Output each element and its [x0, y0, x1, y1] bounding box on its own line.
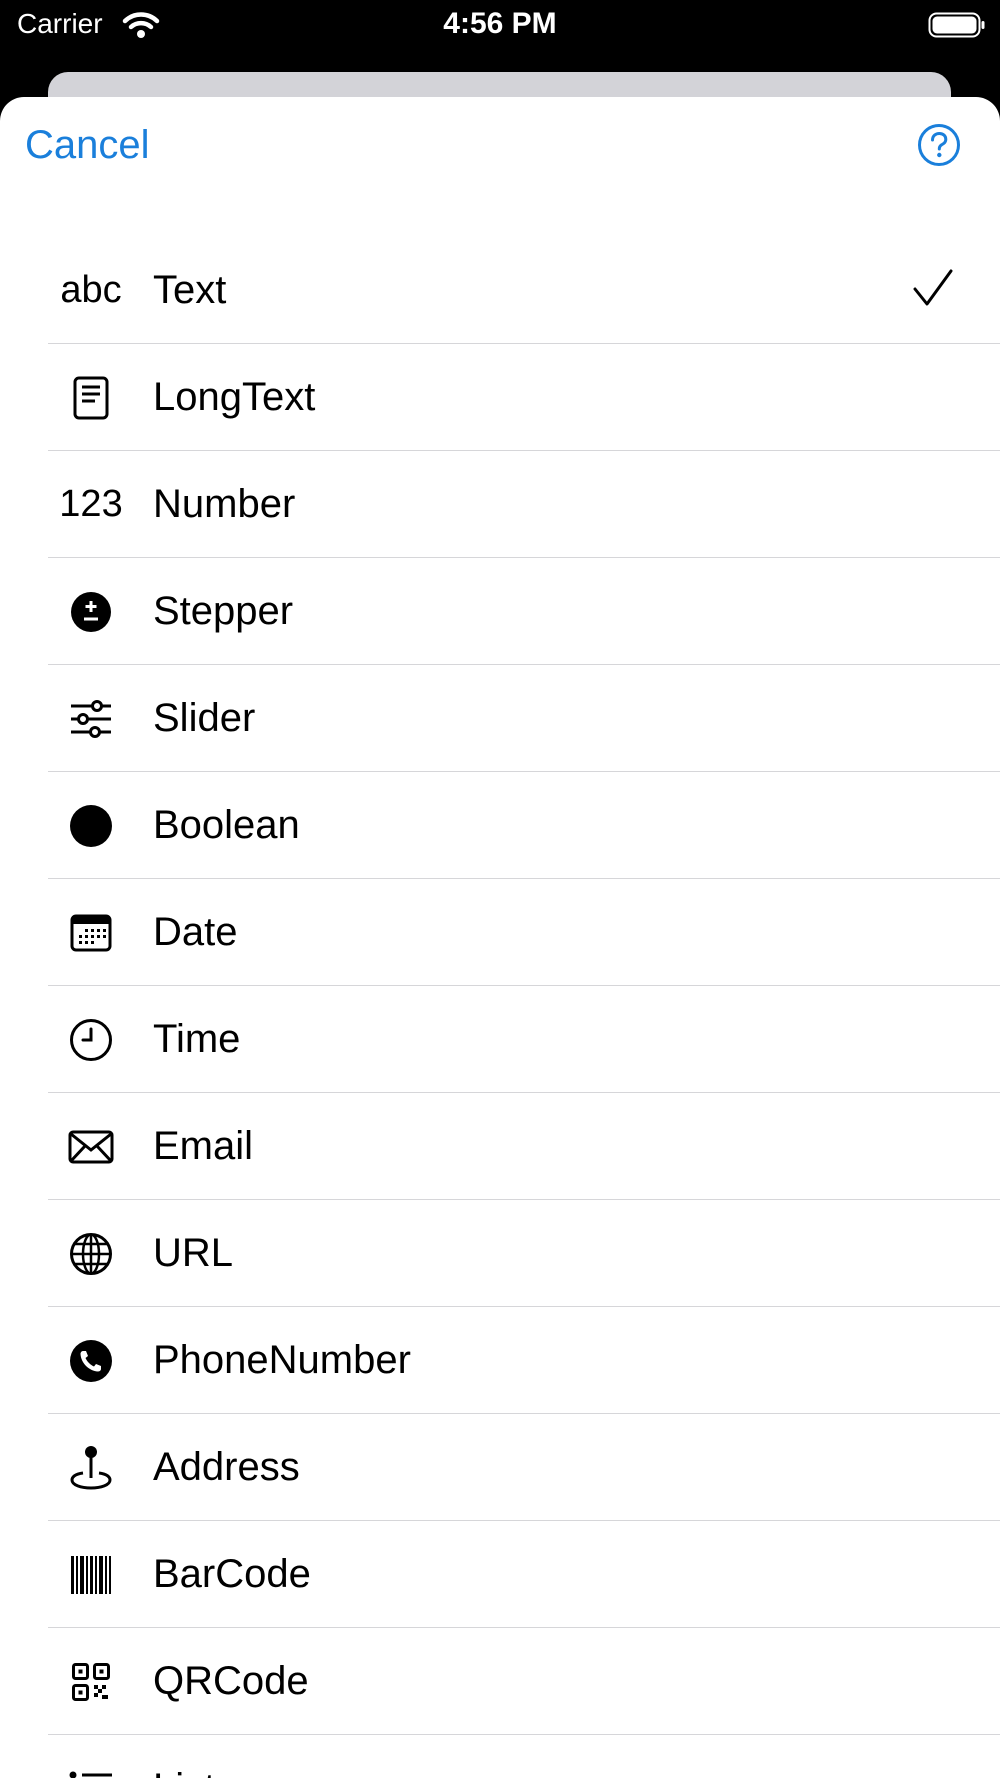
list-item-label: Time [153, 1017, 241, 1061]
list-item-boolean[interactable]: Boolean [0, 772, 1000, 879]
list-item-address[interactable]: Address [0, 1414, 1000, 1521]
sliders-icon [48, 665, 134, 772]
list-item-barcode[interactable]: BarCode [0, 1521, 1000, 1628]
list-item-email[interactable]: Email [0, 1093, 1000, 1200]
list-item-label: Stepper [153, 589, 294, 633]
list-item-label: List [153, 1735, 215, 1778]
list-item-label: LongText [153, 375, 316, 419]
clock-time: 4:56 PM [443, 7, 557, 40]
calendar-icon [48, 879, 134, 986]
list-item-list[interactable]: List [0, 1735, 1000, 1778]
list-item-longtext[interactable]: LongText [0, 344, 1000, 451]
plus-minus-circle-icon [48, 558, 134, 665]
list-item-stepper[interactable]: Stepper [0, 558, 1000, 665]
list-item-label: Email [153, 1124, 254, 1168]
list-item-label: URL [153, 1231, 234, 1275]
clock-icon [48, 986, 134, 1093]
document-icon [48, 344, 134, 451]
list-item-label: Date [153, 910, 238, 954]
list-item-label: PhoneNumber [153, 1338, 411, 1382]
number-icon: 123 [59, 483, 123, 525]
list-item-url[interactable]: URL [0, 1200, 1000, 1307]
battery-icon [928, 12, 985, 38]
phone-icon [48, 1307, 134, 1414]
list-item-date[interactable]: Date [0, 879, 1000, 986]
globe-icon [48, 1200, 134, 1307]
list-item-number[interactable]: 123 Number [0, 451, 1000, 558]
abc-text-icon: abc [60, 269, 122, 311]
envelope-icon [48, 1093, 134, 1200]
list-item-label: Slider [153, 696, 256, 740]
checkmark-icon [913, 269, 953, 306]
list-item-slider[interactable]: Slider [0, 665, 1000, 772]
list-item-label: Number [153, 482, 296, 526]
list-item-label: QRCode [153, 1659, 309, 1703]
list-icon [48, 1735, 134, 1778]
help-icon[interactable] [917, 123, 961, 167]
field-type-sheet: Cancel abc Text LongText 123 Number Step… [0, 97, 1000, 1778]
field-type-list: abc Text LongText 123 Number Stepper Sli… [0, 237, 1000, 1778]
list-item-label: Text [153, 268, 227, 312]
qrcode-icon [48, 1628, 134, 1735]
list-item-label: Address [153, 1445, 300, 1489]
list-item-text[interactable]: abc Text [0, 237, 1000, 344]
list-item-label: BarCode [153, 1552, 311, 1596]
list-item-qrcode[interactable]: QRCode [0, 1628, 1000, 1735]
status-bar: Carrier 4:56 PM [0, 0, 1000, 50]
list-item-phonenumber[interactable]: PhoneNumber [0, 1307, 1000, 1414]
barcode-icon [48, 1521, 134, 1628]
list-item-time[interactable]: Time [0, 986, 1000, 1093]
filled-circle-icon [48, 772, 134, 879]
cancel-button[interactable]: Cancel [25, 123, 150, 168]
list-item-label: Boolean [153, 803, 300, 847]
map-pin-icon [48, 1414, 134, 1521]
